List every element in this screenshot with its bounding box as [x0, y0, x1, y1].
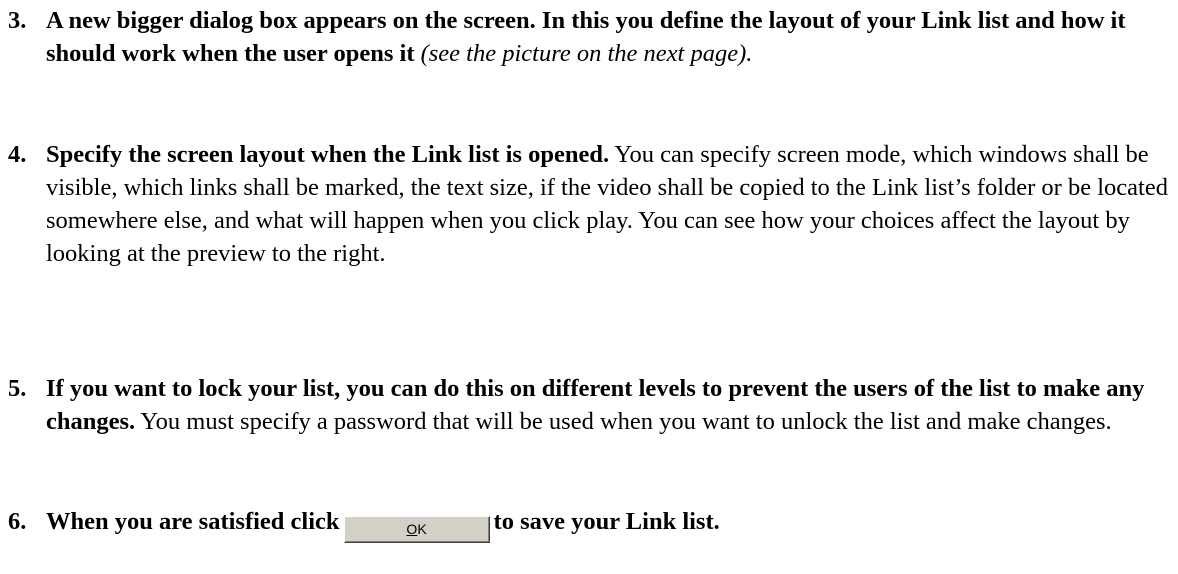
- step-3-italic-text: (see the picture on the next page).: [420, 40, 753, 67]
- step-4: 4. Specify the screen layout when the Li…: [8, 138, 1168, 270]
- ok-button-mnemonic: O: [406, 521, 418, 537]
- step-5-body-text: You must specify a password that will be…: [140, 408, 1112, 435]
- document-page: 3. A new bigger dialog box appears on th…: [0, 0, 1178, 574]
- step-3: 3. A new bigger dialog box appears on th…: [8, 4, 1168, 70]
- step-6: 6. When you are satisfied click OK to save…: [8, 505, 1168, 543]
- step-6-bold-after: to save your Link list.: [493, 508, 720, 535]
- ok-button[interactable]: OK: [343, 516, 490, 543]
- step-4-bold-text: Specify the screen layout when the Link …: [46, 141, 610, 168]
- step-number: 3.: [8, 7, 27, 34]
- step-number: 4.: [8, 141, 27, 168]
- step-number: 5.: [8, 375, 27, 402]
- step-5: 5. If you want to lock your list, you ca…: [8, 372, 1168, 438]
- step-number: 6.: [8, 508, 27, 535]
- ok-button-label-rest: K: [417, 521, 427, 537]
- step-6-bold-before: When you are satisfied click: [46, 508, 340, 535]
